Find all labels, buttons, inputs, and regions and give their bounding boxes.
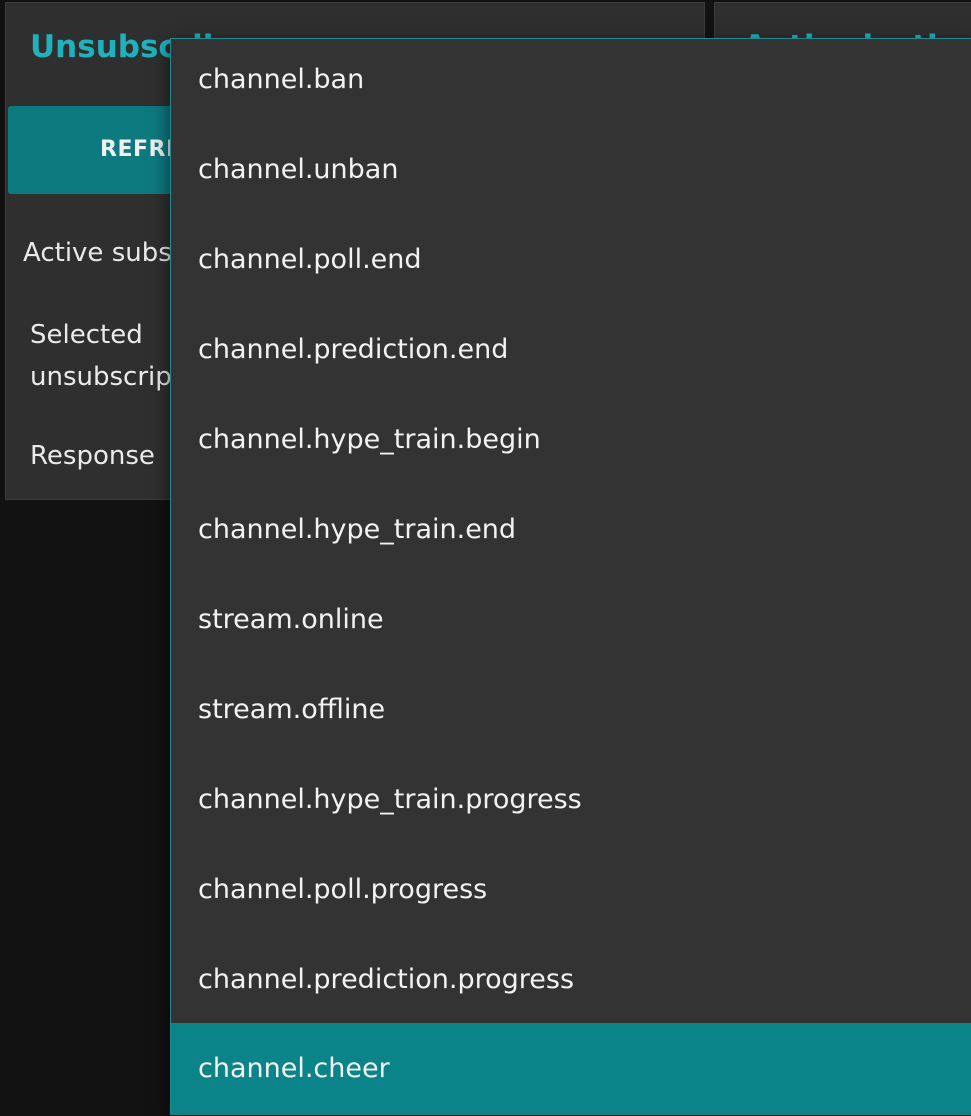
dropdown-item-selected[interactable]: channel.cheer	[171, 1023, 971, 1115]
app-window: Unsubscribe REFRESH Active subscriptions…	[0, 0, 971, 1116]
dropdown-item[interactable]: stream.offline	[171, 669, 971, 759]
dropdown-item[interactable]: channel.hype_train.progress	[171, 759, 971, 849]
dropdown-item[interactable]: channel.hype_train.begin	[171, 399, 971, 489]
dropdown-item[interactable]: channel.poll.end	[171, 219, 971, 309]
dropdown-item[interactable]: channel.ban	[171, 39, 971, 129]
dropdown-item[interactable]: channel.prediction.progress	[171, 939, 971, 1029]
dropdown-item[interactable]: channel.prediction.end	[171, 309, 971, 399]
dropdown-item[interactable]: stream.online	[171, 579, 971, 669]
dropdown-item[interactable]: channel.poll.progress	[171, 849, 971, 939]
dropdown-item[interactable]: channel.unban	[171, 129, 971, 219]
response-label: Response	[30, 441, 155, 471]
subscription-type-dropdown-list[interactable]: channel.ban channel.unban channel.poll.e…	[170, 38, 971, 1115]
dropdown-item[interactable]: channel.hype_train.end	[171, 489, 971, 579]
